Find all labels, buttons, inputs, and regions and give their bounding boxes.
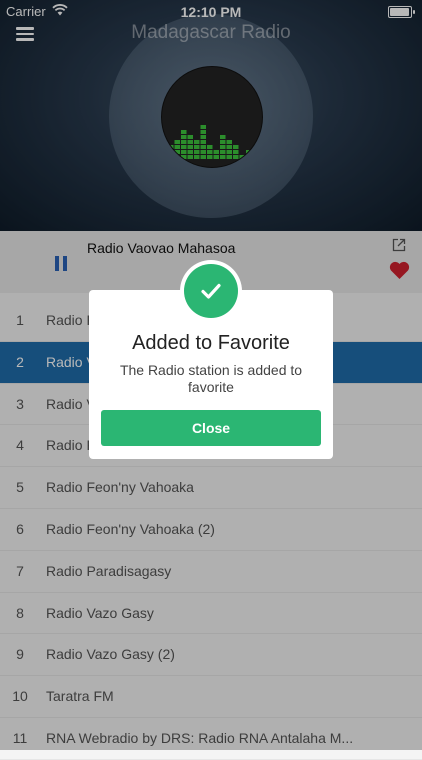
close-button[interactable]: Close: [101, 410, 321, 446]
success-badge: [180, 260, 242, 322]
checkmark-icon: [201, 283, 221, 299]
dialog-title: Added to Favorite: [132, 332, 290, 354]
dialog-message: The Radio station is added to favorite: [119, 362, 303, 395]
